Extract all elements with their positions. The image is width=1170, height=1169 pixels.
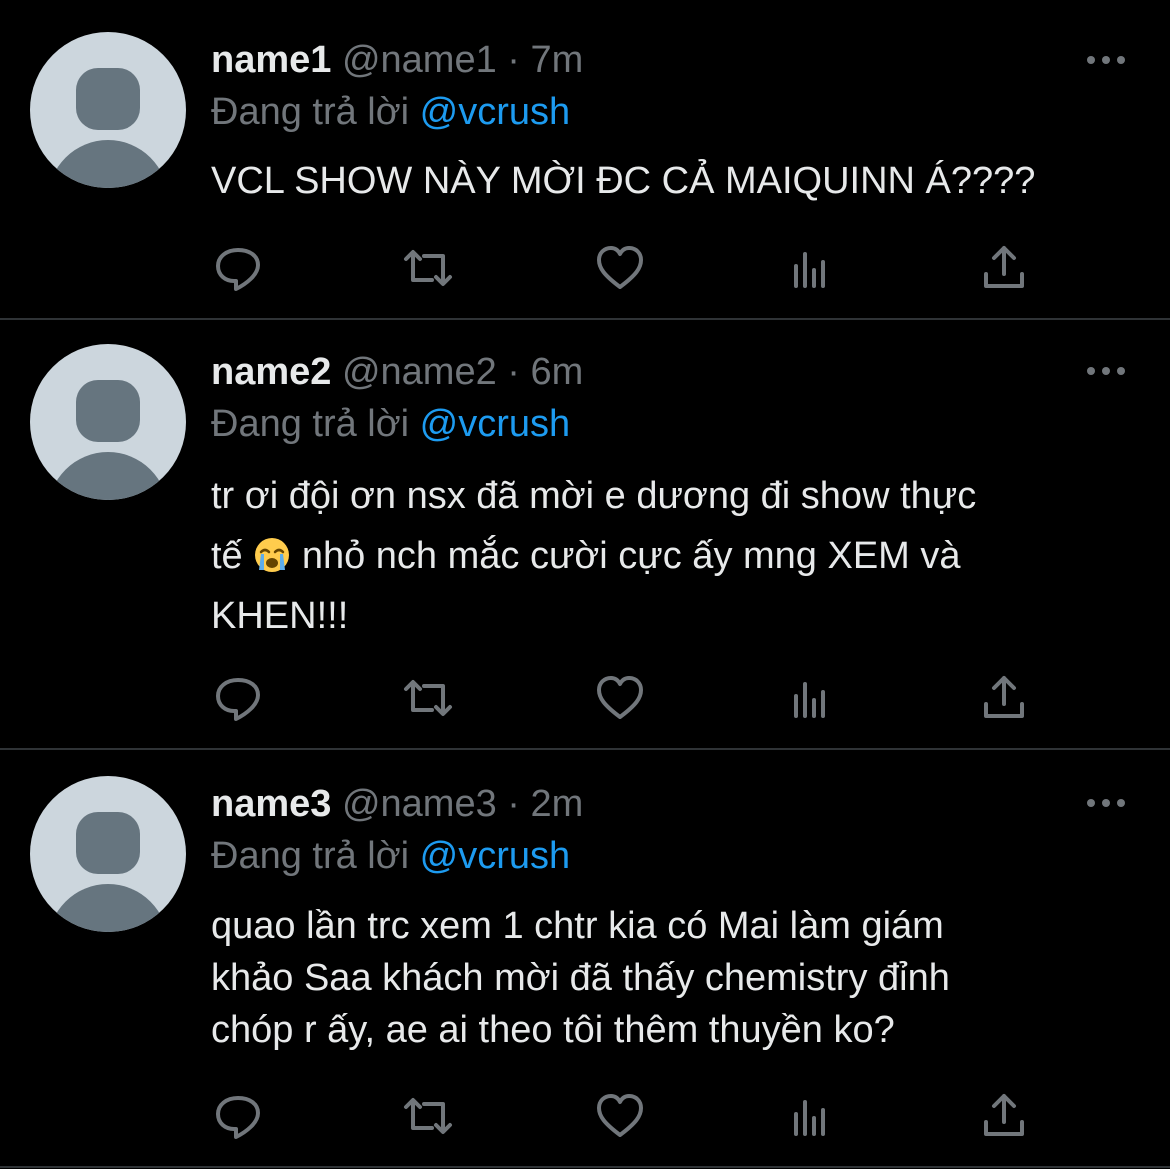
more-icon [1087,367,1125,375]
share-icon [984,676,1024,718]
user-handle[interactable]: @name1 [342,39,497,81]
avatar-body [48,884,168,932]
user-handle[interactable]: @name3 [342,783,497,825]
share-button[interactable] [978,1090,1030,1142]
tweet[interactable]: name1 @name1 · 7m Đang trả lời @vcrush V… [0,0,1170,318]
retweet-button[interactable] [402,242,454,294]
heart-icon [597,1094,643,1137]
replying-to-label: Đang trả lời [211,835,410,877]
reply-mention-link[interactable]: @vcrush [420,403,571,445]
meta-separator: · [507,39,520,81]
tweet-text: tr ơi đội ơn nsx đã mời e dương đi show … [211,466,1141,646]
share-icon [984,1094,1024,1136]
timeline-feed: name1 @name1 · 7m Đang trả lời @vcrush V… [0,0,1170,1169]
tweet-text-part: quao lần trc xem 1 chtr kia có Mai làm g… [211,905,950,1051]
avatar-head [76,812,140,874]
views-button[interactable] [786,672,838,724]
reply-icon [216,1096,260,1139]
more-options-button[interactable] [1086,50,1126,70]
tweet-header: name2 @name2 · 6m [211,350,583,394]
tweet[interactable]: name2 @name2 · 6m Đang trả lời @vcrush t… [0,320,1170,748]
more-options-button[interactable] [1086,793,1126,813]
reply-button[interactable] [212,672,264,724]
tweet-text-part: VCL SHOW NÀY MỜI ĐC CẢ MAIQUINN Á???? [211,160,1036,202]
tweet-divider [0,1166,1170,1168]
avatar-body [48,452,168,500]
replying-to-label: Đang trả lời [211,91,410,133]
share-button[interactable] [978,672,1030,724]
like-button[interactable] [594,242,646,294]
reply-icon [216,678,260,721]
reply-button[interactable] [212,1090,264,1142]
reply-mention-link[interactable]: @vcrush [420,835,571,877]
display-name[interactable]: name3 [211,783,331,825]
like-button[interactable] [594,672,646,724]
tweet-text: quao lần trc xem 1 chtr kia có Mai làm g… [211,900,1141,1056]
user-handle[interactable]: @name2 [342,351,497,393]
timestamp[interactable]: 6m [531,351,584,393]
more-icon [1087,799,1125,807]
meta-separator: · [507,351,520,393]
timestamp[interactable]: 2m [531,783,584,825]
views-button[interactable] [786,1090,838,1142]
reply-button[interactable] [212,242,264,294]
tweet-text-part: nhỏ nch mắc cười cực ấy mng XEM và KHEN!… [211,535,961,637]
tweet-text: VCL SHOW NÀY MỜI ĐC CẢ MAIQUINN Á???? [211,158,1141,204]
share-icon [984,246,1024,288]
retweet-button[interactable] [402,672,454,724]
heart-icon [597,676,643,719]
retweet-icon [404,1098,452,1134]
avatar-body [48,140,168,188]
replying-to-line: Đang trả lời @vcrush [211,90,570,134]
reply-mention-link[interactable]: @vcrush [420,91,571,133]
retweet-icon [404,680,452,716]
tweet-header: name3 @name3 · 2m [211,782,583,826]
display-name[interactable]: name1 [211,39,331,81]
heart-icon [597,246,643,289]
replying-to-line: Đang trả lời @vcrush [211,402,570,446]
avatar[interactable] [30,344,186,500]
replying-to-label: Đang trả lời [211,403,410,445]
more-options-button[interactable] [1086,361,1126,381]
retweet-button[interactable] [402,1090,454,1142]
avatar[interactable] [30,32,186,188]
replying-to-line: Đang trả lời @vcrush [211,834,570,878]
avatar[interactable] [30,776,186,932]
retweet-icon [404,250,452,286]
views-icon [794,252,825,288]
tweet-header: name1 @name1 · 7m [211,38,583,82]
avatar-head [76,68,140,130]
tweet[interactable]: name3 @name3 · 2m Đang trả lời @vcrush q… [0,750,1170,1166]
avatar-head [76,380,140,442]
like-button[interactable] [594,1090,646,1142]
views-icon [794,1100,825,1136]
views-button[interactable] [786,242,838,294]
views-icon [794,682,825,718]
tweet-actions [0,672,1170,732]
display-name[interactable]: name2 [211,351,331,393]
tweet-actions [0,242,1170,302]
share-button[interactable] [978,242,1030,294]
reply-icon [216,248,260,291]
loudly-crying-face-icon [255,538,290,572]
timestamp[interactable]: 7m [531,39,584,81]
tweet-actions [0,1090,1170,1150]
meta-separator: · [507,783,520,825]
more-icon [1087,56,1125,64]
